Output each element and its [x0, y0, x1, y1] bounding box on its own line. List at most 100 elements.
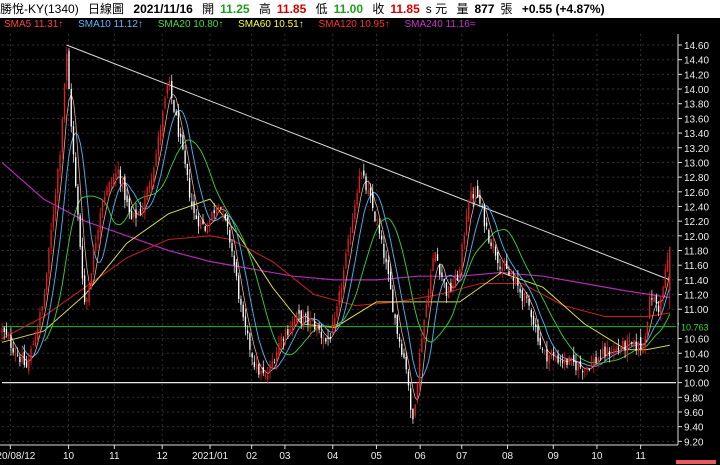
candle-body: [465, 216, 468, 235]
candle-body: [425, 304, 428, 317]
candle-body: [168, 80, 171, 85]
candle-body: [86, 298, 88, 302]
y-tick-label: 12.20: [684, 217, 709, 228]
candle-body: [564, 356, 566, 364]
candle-body: [581, 370, 584, 373]
candle-body: [434, 251, 436, 262]
candle-body: [414, 404, 416, 416]
y-tick-label: 11.40: [684, 276, 709, 287]
candle-body: [70, 89, 72, 127]
candle-body: [130, 210, 133, 219]
candle-body: [372, 191, 374, 208]
y-tick-label: 9.80: [684, 393, 704, 404]
candle-body: [316, 325, 318, 332]
candle-body: [128, 198, 130, 213]
candle-body: [209, 219, 211, 227]
candle-body: [450, 282, 452, 291]
y-tick-label: 12.00: [684, 232, 709, 243]
candle-body: [90, 273, 93, 289]
candle-body: [41, 306, 43, 311]
candle-body: [360, 172, 363, 174]
candle-body: [61, 119, 63, 153]
candle-body: [155, 154, 157, 167]
candle-body: [626, 340, 629, 354]
candle-body: [226, 217, 229, 227]
candle-body: [157, 136, 160, 156]
candle-body: [441, 272, 443, 277]
candle-body: [378, 224, 381, 234]
candle-body: [445, 282, 448, 297]
candle-body: [492, 243, 495, 249]
candle-body: [139, 208, 142, 214]
y-tick-label: 14.40: [684, 56, 709, 67]
y-tick-label: 14.20: [684, 70, 709, 81]
candle-body: [37, 328, 39, 340]
candle-body: [369, 188, 372, 197]
candle-body: [479, 194, 481, 204]
candle-body: [246, 330, 249, 334]
y-tick-label: 11.80: [684, 247, 709, 258]
candle-body: [456, 274, 459, 281]
candle-body: [59, 155, 61, 172]
candle-body: [110, 182, 113, 184]
candle-body: [291, 321, 294, 332]
candle-body: [657, 305, 660, 313]
candle-body: [662, 286, 664, 297]
candle-body: [586, 367, 588, 371]
candle-body: [200, 220, 202, 229]
candle-body: [264, 375, 267, 377]
candle-body: [595, 356, 597, 363]
candle-body: [242, 304, 244, 318]
candle-body: [485, 222, 488, 227]
x-tick-label: 2021/01: [192, 451, 229, 462]
candle-body: [631, 342, 633, 344]
candle-body: [318, 326, 320, 330]
candle-body: [617, 347, 620, 350]
candle-body: [298, 309, 300, 314]
watermark-mark: [676, 460, 716, 464]
candle-body: [213, 210, 215, 214]
candle-body: [514, 279, 517, 283]
candle-body: [347, 238, 349, 252]
candle-body: [593, 359, 595, 366]
candle-body: [387, 260, 390, 274]
y-tick-label: 10.60: [684, 335, 709, 346]
candle-body: [528, 298, 530, 306]
candle-body: [430, 274, 432, 294]
candle-body: [108, 182, 110, 192]
candle-body: [557, 354, 559, 363]
candle-body: [463, 235, 465, 244]
candle-body: [137, 212, 139, 215]
candle-body: [240, 298, 242, 305]
candle-body: [481, 205, 483, 207]
candle-body: [427, 296, 430, 307]
candle-body: [48, 247, 50, 274]
candle-body: [302, 315, 305, 327]
candle-body: [224, 213, 227, 220]
candle-body: [220, 207, 222, 209]
candle-body: [546, 348, 548, 362]
candle-body: [251, 353, 253, 358]
candle-body: [351, 219, 354, 233]
x-tick-label: 02: [246, 451, 258, 462]
candle-body: [202, 219, 204, 225]
candle-body: [79, 215, 81, 247]
candle-body: [19, 356, 21, 363]
candle-body: [559, 360, 562, 362]
candle-body: [229, 229, 231, 243]
candle-body: [21, 354, 23, 363]
x-tick-label: 09: [548, 451, 560, 462]
candle-body: [356, 192, 358, 206]
candle-body: [497, 251, 499, 263]
candle-body: [72, 126, 75, 155]
candle-body: [588, 368, 591, 371]
candle-body: [544, 349, 546, 351]
candle-body: [535, 324, 537, 327]
candle-body: [159, 130, 162, 141]
candle-body: [501, 267, 503, 272]
candle-body: [193, 201, 195, 214]
candle-body: [293, 319, 296, 327]
candle-body: [115, 173, 117, 179]
candle-body: [260, 370, 262, 375]
x-tick-label: 12: [157, 451, 169, 462]
